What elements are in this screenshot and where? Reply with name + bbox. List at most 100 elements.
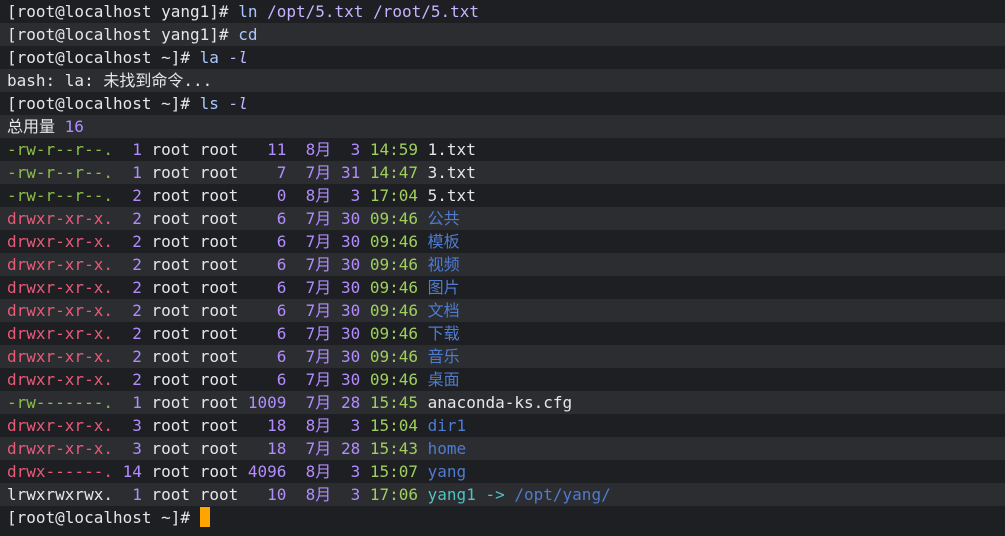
day: 30 <box>340 278 361 297</box>
file-size: 0 <box>276 186 287 205</box>
total-line: 总用量 16 <box>0 115 1005 138</box>
permissions: drwxr-xr-x. <box>7 232 113 251</box>
file-name: 5.txt <box>427 186 476 205</box>
file-size: 6 <box>276 347 287 366</box>
time: 09:46 <box>369 232 419 251</box>
file-size: 6 <box>276 232 287 251</box>
day: 30 <box>340 324 361 343</box>
file-size: 7 <box>276 163 287 182</box>
listing-row: drwxr-xr-x. 2 root root 6 7月 30 09:46 音乐 <box>0 345 1005 368</box>
permissions: drwxr-xr-x. <box>7 347 113 366</box>
month: 7月 <box>305 439 332 458</box>
time: 15:45 <box>369 393 419 412</box>
error-message: bash: la: 未找到命令... <box>7 71 213 90</box>
file-name: anaconda-ks.cfg <box>427 393 573 412</box>
file-name: dir1 <box>427 416 467 435</box>
month: 8月 <box>305 485 332 504</box>
listing-row: drwxr-xr-x. 3 root root 18 8月 3 15:04 di… <box>0 414 1005 437</box>
permissions: -rw-------. <box>7 393 113 412</box>
time: 09:46 <box>369 324 419 343</box>
time: 17:04 <box>369 186 419 205</box>
day: 3 <box>350 140 361 159</box>
time: 14:59 <box>369 140 419 159</box>
permissions: drwxr-xr-x. <box>7 278 113 297</box>
command-name: la <box>199 48 219 67</box>
command-line: [root@localhost ~]# la -l <box>0 46 1005 69</box>
command-line: [root@localhost yang1]# ln /opt/5.txt /r… <box>0 0 1005 23</box>
file-size: 6 <box>276 324 287 343</box>
link-count: 3 <box>132 439 142 458</box>
terminal-window[interactable]: [root@localhost yang1]# ln /opt/5.txt /r… <box>0 0 1005 536</box>
total-value: 16 <box>64 117 84 136</box>
output-line: bash: la: 未找到命令... <box>0 69 1005 92</box>
shell-prompt: [root@localhost ~]# <box>7 48 191 67</box>
time: 17:06 <box>369 485 419 504</box>
group: root <box>199 439 239 458</box>
owner: root <box>151 485 191 504</box>
day: 30 <box>340 370 361 389</box>
group: root <box>199 393 239 412</box>
owner: root <box>151 163 191 182</box>
link-count: 1 <box>132 140 142 159</box>
link-count: 3 <box>132 416 142 435</box>
permissions: drwxr-xr-x. <box>7 209 113 228</box>
permissions: drwxr-xr-x. <box>7 370 113 389</box>
file-size: 4096 <box>247 462 287 481</box>
time: 09:46 <box>369 255 419 274</box>
file-name: 3.txt <box>427 163 476 182</box>
month: 7月 <box>305 370 332 389</box>
permissions: -rw-r--r--. <box>7 186 113 205</box>
file-size: 6 <box>276 301 287 320</box>
month: 7月 <box>305 278 332 297</box>
time: 09:46 <box>369 301 419 320</box>
day: 30 <box>340 301 361 320</box>
permissions: -rw-r--r--. <box>7 163 113 182</box>
group: root <box>199 209 239 228</box>
listing-row: drwxr-xr-x. 2 root root 6 7月 30 09:46 模板 <box>0 230 1005 253</box>
command-name: ln <box>238 2 258 21</box>
file-name: home <box>427 439 467 458</box>
command-args: /opt/5.txt /root/5.txt <box>257 2 480 21</box>
link-count: 1 <box>132 163 142 182</box>
owner: root <box>151 370 191 389</box>
link-count: 2 <box>132 324 142 343</box>
command-name: ls <box>199 94 219 113</box>
file-size: 18 <box>267 439 287 458</box>
owner: root <box>151 393 191 412</box>
listing-row: -rw-r--r--. 1 root root 7 7月 31 14:47 3.… <box>0 161 1005 184</box>
month: 7月 <box>305 393 332 412</box>
file-name: 1.txt <box>427 140 476 159</box>
shell-prompt: [root@localhost ~]# <box>7 508 191 527</box>
group: root <box>199 255 239 274</box>
symlink-arrow: -> <box>485 485 505 504</box>
file-name: 音乐 <box>427 347 460 366</box>
month: 8月 <box>305 186 332 205</box>
permissions: drwx------. <box>7 462 113 481</box>
time: 09:46 <box>369 278 419 297</box>
command-flag: -l <box>218 48 248 67</box>
listing-row: drwxr-xr-x. 2 root root 6 7月 30 09:46 公共 <box>0 207 1005 230</box>
shell-prompt: [root@localhost yang1]# <box>7 25 229 44</box>
listing-row: drwxr-xr-x. 2 root root 6 7月 30 09:46 图片 <box>0 276 1005 299</box>
text-cursor[interactable] <box>199 507 210 527</box>
link-count: 2 <box>132 255 142 274</box>
file-name: 图片 <box>427 278 460 297</box>
listing-row: lrwxrwxrwx. 1 root root 10 8月 3 17:06 ya… <box>0 483 1005 506</box>
owner: root <box>151 301 191 320</box>
listing-row: -rw-------. 1 root root 1009 7月 28 15:45… <box>0 391 1005 414</box>
day: 3 <box>350 462 361 481</box>
month: 8月 <box>305 462 332 481</box>
group: root <box>199 163 239 182</box>
month: 7月 <box>305 163 332 182</box>
day: 30 <box>340 232 361 251</box>
time: 09:46 <box>369 370 419 389</box>
command-flag: -l <box>218 94 248 113</box>
file-name: 桌面 <box>427 370 460 389</box>
owner: root <box>151 232 191 251</box>
time: 09:46 <box>369 209 419 228</box>
month: 7月 <box>305 301 332 320</box>
link-count: 1 <box>132 485 142 504</box>
owner: root <box>151 462 191 481</box>
group: root <box>199 462 239 481</box>
owner: root <box>151 347 191 366</box>
